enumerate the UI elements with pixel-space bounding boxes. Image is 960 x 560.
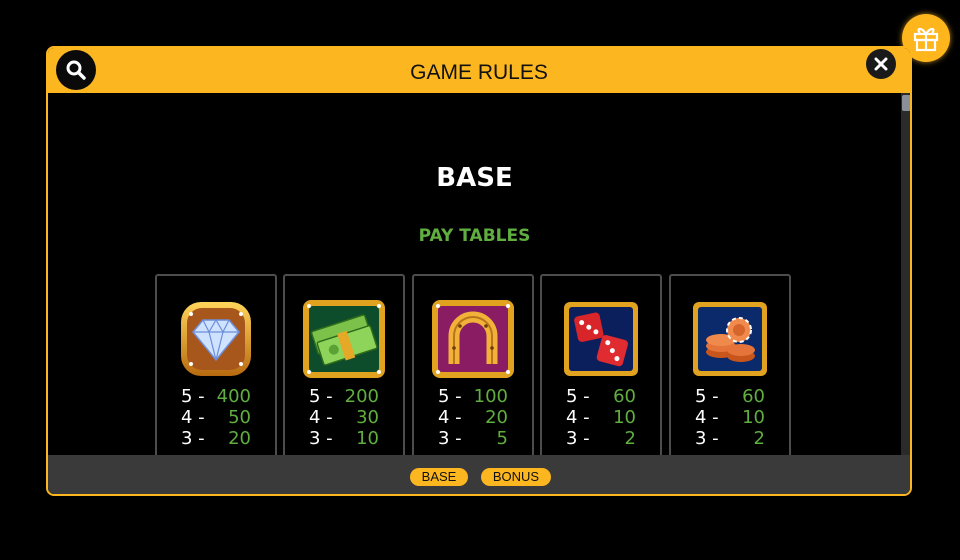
pay-row: 3 - 2 <box>542 428 660 449</box>
pay-row: 4 - 10 <box>542 407 660 428</box>
pay-list: 5 - 60 4 - 10 3 - 2 <box>542 386 660 449</box>
pay-value: 10 <box>742 407 765 428</box>
pay-value: 2 <box>624 428 636 449</box>
pay-count: 5 - <box>309 386 333 407</box>
pay-row: 5 - 60 <box>542 386 660 407</box>
pay-value: 60 <box>613 386 636 407</box>
pay-list: 5 - 200 4 - 30 3 - 10 <box>285 386 403 449</box>
pay-list: 5 - 400 4 - 50 3 - 20 <box>157 386 275 449</box>
pay-count: 3 - <box>309 428 333 449</box>
pay-row: 5 - 200 <box>285 386 403 407</box>
pay-list: 5 - 100 4 - 20 3 - 5 <box>414 386 532 449</box>
pay-row: 5 - 60 <box>671 386 789 407</box>
paytable-card: 5 - 60 4 - 10 3 - 2 <box>669 274 791 455</box>
tab-bonus[interactable]: BONUS <box>481 468 551 486</box>
pay-count: 5 - <box>438 386 462 407</box>
pay-row: 4 - 10 <box>671 407 789 428</box>
pay-count: 3 - <box>695 428 719 449</box>
paytable-card: 5 - 400 4 - 50 3 - 20 <box>155 274 277 455</box>
paytable-card: 5 - 100 4 - 20 3 - 5 <box>412 274 534 455</box>
pay-list: 5 - 60 4 - 10 3 - 2 <box>671 386 789 449</box>
paytable-card: 5 - 60 4 - 10 3 - 2 <box>540 274 662 455</box>
pay-count: 4 - <box>309 407 333 428</box>
pay-row: 5 - 100 <box>414 386 532 407</box>
casino-chips-icon <box>693 302 767 376</box>
game-rules-modal: GAME RULES BASE PAY TABLES 5 - 400 4 - 5… <box>46 46 912 496</box>
paytable-card: 5 - 200 4 - 30 3 - 10 <box>283 274 405 455</box>
pay-value: 100 <box>473 386 508 407</box>
pay-row: 4 - 50 <box>157 407 275 428</box>
pay-value: 200 <box>344 386 379 407</box>
pay-row: 3 - 5 <box>414 428 532 449</box>
pay-row: 5 - 400 <box>157 386 275 407</box>
pay-value: 10 <box>356 428 379 449</box>
pay-row: 3 - 2 <box>671 428 789 449</box>
pay-row: 3 - 10 <box>285 428 403 449</box>
pay-count: 5 - <box>695 386 719 407</box>
pay-row: 3 - 20 <box>157 428 275 449</box>
modal-title: GAME RULES <box>410 61 548 84</box>
pay-value: 5 <box>496 428 508 449</box>
pay-value: 20 <box>228 428 251 449</box>
pay-value: 400 <box>216 386 251 407</box>
close-button[interactable] <box>866 49 896 79</box>
pay-value: 20 <box>485 407 508 428</box>
pay-value: 2 <box>753 428 765 449</box>
pay-value: 10 <box>613 407 636 428</box>
rules-content[interactable]: BASE PAY TABLES 5 - 400 4 - 50 3 - 20 5 … <box>48 93 901 455</box>
search-button[interactable] <box>56 50 96 90</box>
pay-row: 4 - 30 <box>285 407 403 428</box>
pay-count: 5 - <box>181 386 205 407</box>
pay-count: 4 - <box>695 407 719 428</box>
scrollbar[interactable] <box>901 93 910 455</box>
footer-tabs: BASE BONUS <box>48 455 910 494</box>
pay-count: 4 - <box>181 407 205 428</box>
pay-value: 50 <box>228 407 251 428</box>
pay-count: 3 - <box>566 428 590 449</box>
pay-count: 4 - <box>438 407 462 428</box>
diamond-icon <box>181 302 251 376</box>
modal-header: GAME RULES <box>48 48 910 93</box>
section-subtitle: PAY TABLES <box>418 226 531 246</box>
pay-count: 4 - <box>566 407 590 428</box>
pay-value: 60 <box>742 386 765 407</box>
gift-icon <box>913 27 939 52</box>
horseshoe-icon <box>432 300 514 378</box>
dice-icon <box>564 302 638 376</box>
tab-base[interactable]: BASE <box>410 468 468 486</box>
pay-count: 3 - <box>438 428 462 449</box>
section-title: BASE <box>436 163 513 193</box>
pay-row: 4 - 20 <box>414 407 532 428</box>
pay-count: 5 - <box>566 386 590 407</box>
cash-stack-icon <box>303 300 385 378</box>
scrollbar-thumb[interactable] <box>902 95 910 111</box>
pay-value: 30 <box>356 407 379 428</box>
close-icon <box>874 57 888 71</box>
search-icon <box>66 60 86 80</box>
pay-count: 3 - <box>181 428 205 449</box>
